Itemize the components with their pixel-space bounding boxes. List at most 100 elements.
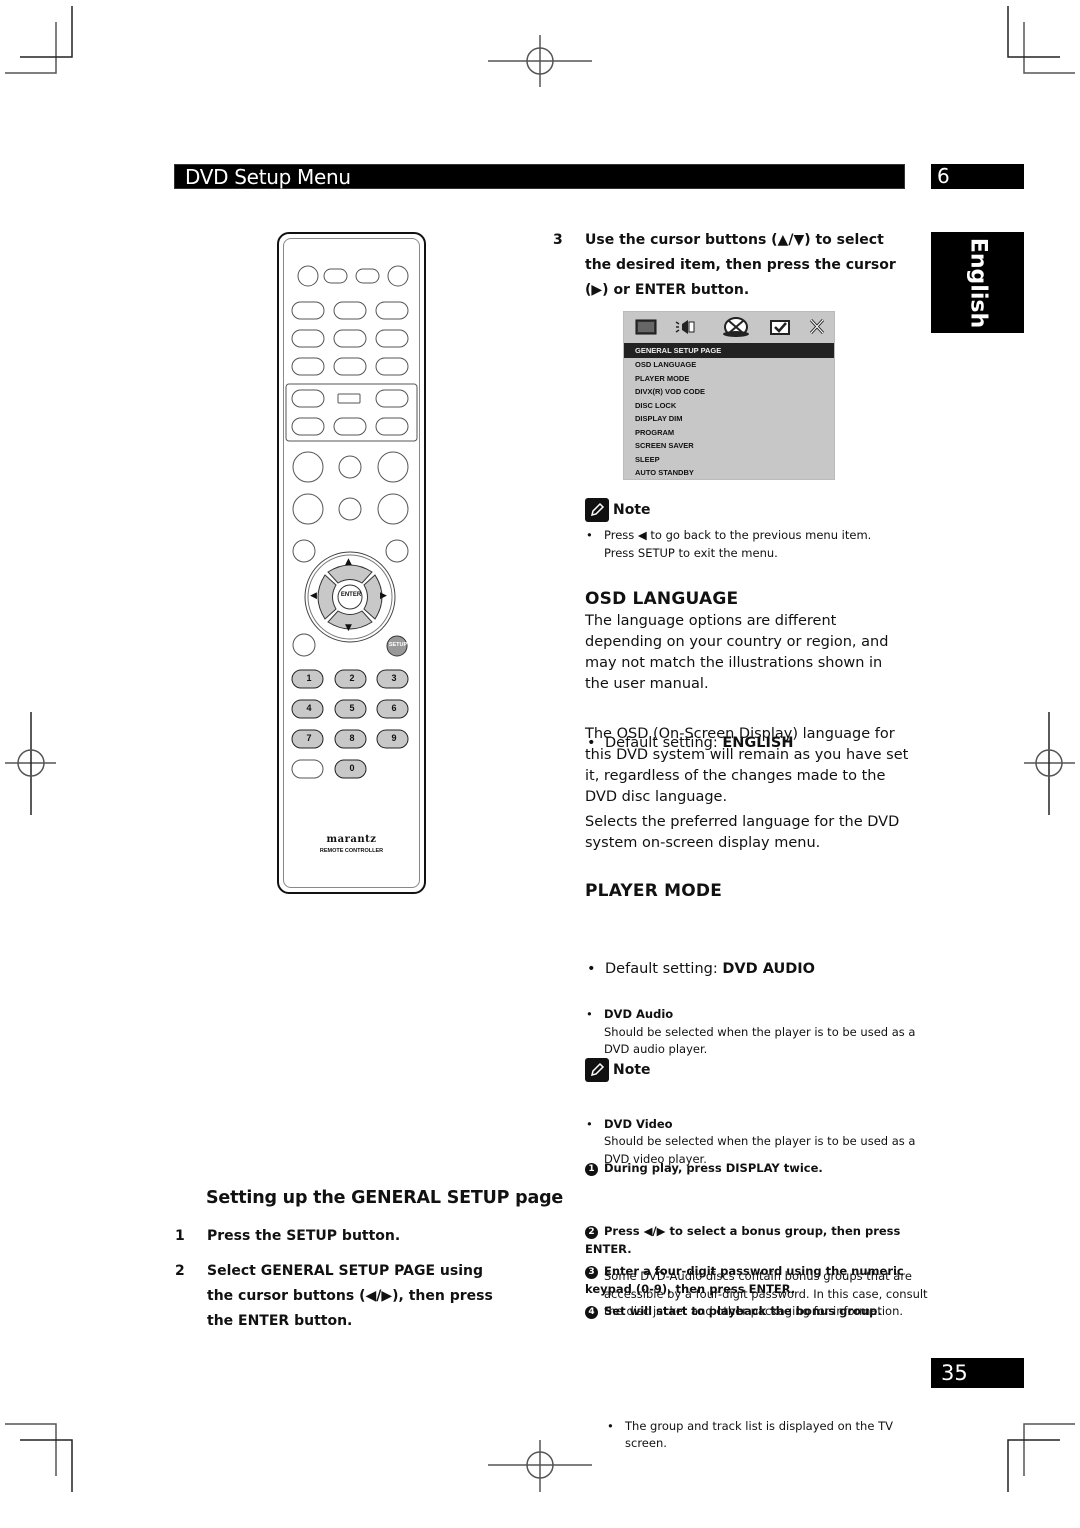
registration-target-left <box>5 712 56 815</box>
osd-icon-bar <box>635 317 825 337</box>
number-key-label: 3 <box>391 673 397 683</box>
number-key-label: 6 <box>391 703 397 713</box>
number-key-label: 7 <box>306 733 312 743</box>
note-title: Note <box>613 1062 651 1078</box>
bonus-step-2: 2 Press ◀/▶ to select a bonus group, then… <box>585 1223 905 1258</box>
player-mode-heading: PLAYER MODE <box>585 881 723 901</box>
disc-icon <box>723 317 749 337</box>
brand-logo: marantz <box>326 834 377 845</box>
step-number-badge: 1 <box>585 1163 598 1177</box>
osd-menu-item[interactable]: DIVX(R) VOD CODE <box>624 385 834 399</box>
crop-mark-top-left-inner <box>20 6 73 58</box>
number-key-label: 2 <box>349 673 355 683</box>
osd-menu-item[interactable]: OSD LANGUAGE <box>624 358 834 372</box>
remote-control-illustration: ▲ ▼ ◀ ▶ ENTER SETUP 1 2 3 4 5 6 7 8 9 0 marantz R… <box>277 232 426 894</box>
note-line: Press ◀ to go back to the previous menu … <box>604 528 872 542</box>
chapter-number-box: 6 <box>931 164 1024 189</box>
arrow-right-icon: ▶ <box>380 591 387 601</box>
remote-top-button <box>355 268 380 284</box>
crop-mark-top-right-inner <box>1007 6 1060 58</box>
default-value: DVD AUDIO <box>722 961 816 977</box>
osd-menu-list: GENERAL SETUP PAGE OSD LANGUAGE PLAYER MOD… <box>624 343 834 480</box>
bonus-step-text: Set will start to playback the bonus gro… <box>604 1304 882 1318</box>
bonus-step-text: Press ◀/▶ to select a bonus group, then … <box>585 1224 901 1256</box>
osd-language-para2: The OSD (On-Screen Display) language for… <box>585 726 909 805</box>
registration-target-right <box>1024 712 1075 815</box>
remote-top-right-button <box>387 265 409 287</box>
remote-number-pad <box>291 669 409 779</box>
osd-menu-item[interactable]: PLAYER MODE <box>624 372 834 386</box>
osd-menu-item[interactable]: SLEEP <box>624 453 834 467</box>
step-text: Select GENERAL SETUP PAGE using the curs… <box>207 1263 493 1329</box>
section-heading: Setting up the GENERAL SETUP page <box>206 1188 564 1208</box>
bonus-step-4: 4 Set will start to playback the bonus gr… <box>585 1303 905 1321</box>
bonus-step-1: 1 During play, press DISPLAY twice. <box>585 1160 910 1178</box>
bonus-step-1-sub: The group and track list is displayed on… <box>605 1418 925 1453</box>
osd-menu-item[interactable]: PROGRAM <box>624 426 834 440</box>
note-2-header: Note <box>585 1058 651 1082</box>
option-desc: Should be selected when the player is to… <box>604 1024 916 1057</box>
step-text: Press the SETUP button. <box>207 1228 401 1244</box>
osd-language-heading: OSD LANGUAGE <box>585 589 739 609</box>
registration-target-bottom <box>488 1440 592 1492</box>
page-number-box: 35 <box>931 1358 1024 1388</box>
step-number-badge: 2 <box>585 1226 598 1240</box>
default-prefix: Default setting: <box>605 961 723 977</box>
number-key-label: 5 <box>349 703 355 713</box>
setup-label: SETUP <box>388 642 408 648</box>
osd-language-para1: The language options are different depen… <box>585 613 889 692</box>
osd-language-para3: Selects the preferred language for the D… <box>585 814 900 851</box>
option-title: DVD Audio <box>604 1007 674 1021</box>
step-2: 2 Select GENERAL SETUP PAGE using the cu… <box>175 1259 510 1334</box>
player-mode-option-dvd-audio: DVD Audio Should be selected when the pl… <box>584 1006 929 1059</box>
section-header-bar: DVD Setup Menu <box>174 164 905 189</box>
crop-mark-top-left-outer <box>5 22 57 74</box>
step-number-badge: 3 <box>585 1266 598 1280</box>
speaker-icon <box>675 320 695 334</box>
crop-mark-bottom-right-inner <box>1007 1439 1060 1492</box>
chapter-number: 6 <box>937 164 950 188</box>
crop-mark-top-right-outer <box>1023 22 1075 74</box>
close-icon <box>809 318 825 335</box>
remote-power-button <box>297 265 319 287</box>
number-key-label: 4 <box>306 703 312 713</box>
osd-menu-item[interactable]: SCREEN SAVER <box>624 439 834 453</box>
note-1-text: Press ◀ to go back to the previous menu … <box>584 527 924 562</box>
arrow-left-icon: ◀ <box>310 591 317 601</box>
step-1: 1 Press the SETUP button. <box>175 1224 510 1249</box>
note-1-header: Note <box>585 498 651 522</box>
remote-group-buttons <box>291 389 409 436</box>
step-number: 1 <box>175 1228 185 1244</box>
crop-mark-bottom-left-outer <box>5 1423 57 1476</box>
number-key-label: 8 <box>349 733 355 743</box>
pencil-icon <box>585 1058 609 1082</box>
osd-setup-menu: GENERAL SETUP PAGE OSD LANGUAGE PLAYER MOD… <box>623 311 835 480</box>
osd-menu-item[interactable]: DISPLAY DIM <box>624 412 834 426</box>
step-text: Use the cursor buttons (▲/▼) to select t… <box>585 232 896 298</box>
number-key-label: 9 <box>391 733 397 743</box>
remote-subtitle: REMOTE CONTROLLER <box>319 848 384 854</box>
pencil-icon <box>585 498 609 522</box>
note-line: Press SETUP to exit the menu. <box>604 545 778 560</box>
step-3: 3 Use the cursor buttons (▲/▼) to select… <box>553 228 908 303</box>
remote-function-buttons <box>291 301 409 376</box>
osd-menu-item[interactable]: GENERAL SETUP PAGE <box>624 343 834 358</box>
bonus-step-text: During play, press DISPLAY twice. <box>604 1161 823 1175</box>
option-title: DVD Video <box>604 1116 673 1131</box>
number-key-label: 1 <box>306 673 312 683</box>
remote-top-button <box>323 268 348 284</box>
step-number: 3 <box>553 232 563 248</box>
note-title: Note <box>613 502 651 518</box>
player-mode-default: Default setting: DVD AUDIO <box>585 959 930 980</box>
page-number: 35 <box>941 1361 968 1385</box>
enter-label: ENTER <box>340 592 362 598</box>
registration-target-top <box>488 35 592 87</box>
monitor-icon <box>635 319 657 335</box>
osd-menu-item[interactable]: DISC LOCK <box>624 399 834 413</box>
osd-menu-item[interactable]: AUTO STANDBY <box>624 466 834 480</box>
crop-mark-bottom-right-outer <box>1023 1423 1075 1476</box>
arrow-down-icon: ▼ <box>345 623 352 633</box>
step-number: 2 <box>175 1263 185 1279</box>
language-tab-label: English <box>965 237 990 328</box>
bonus-step-text: Enter a four-digit password using the nu… <box>585 1264 904 1296</box>
